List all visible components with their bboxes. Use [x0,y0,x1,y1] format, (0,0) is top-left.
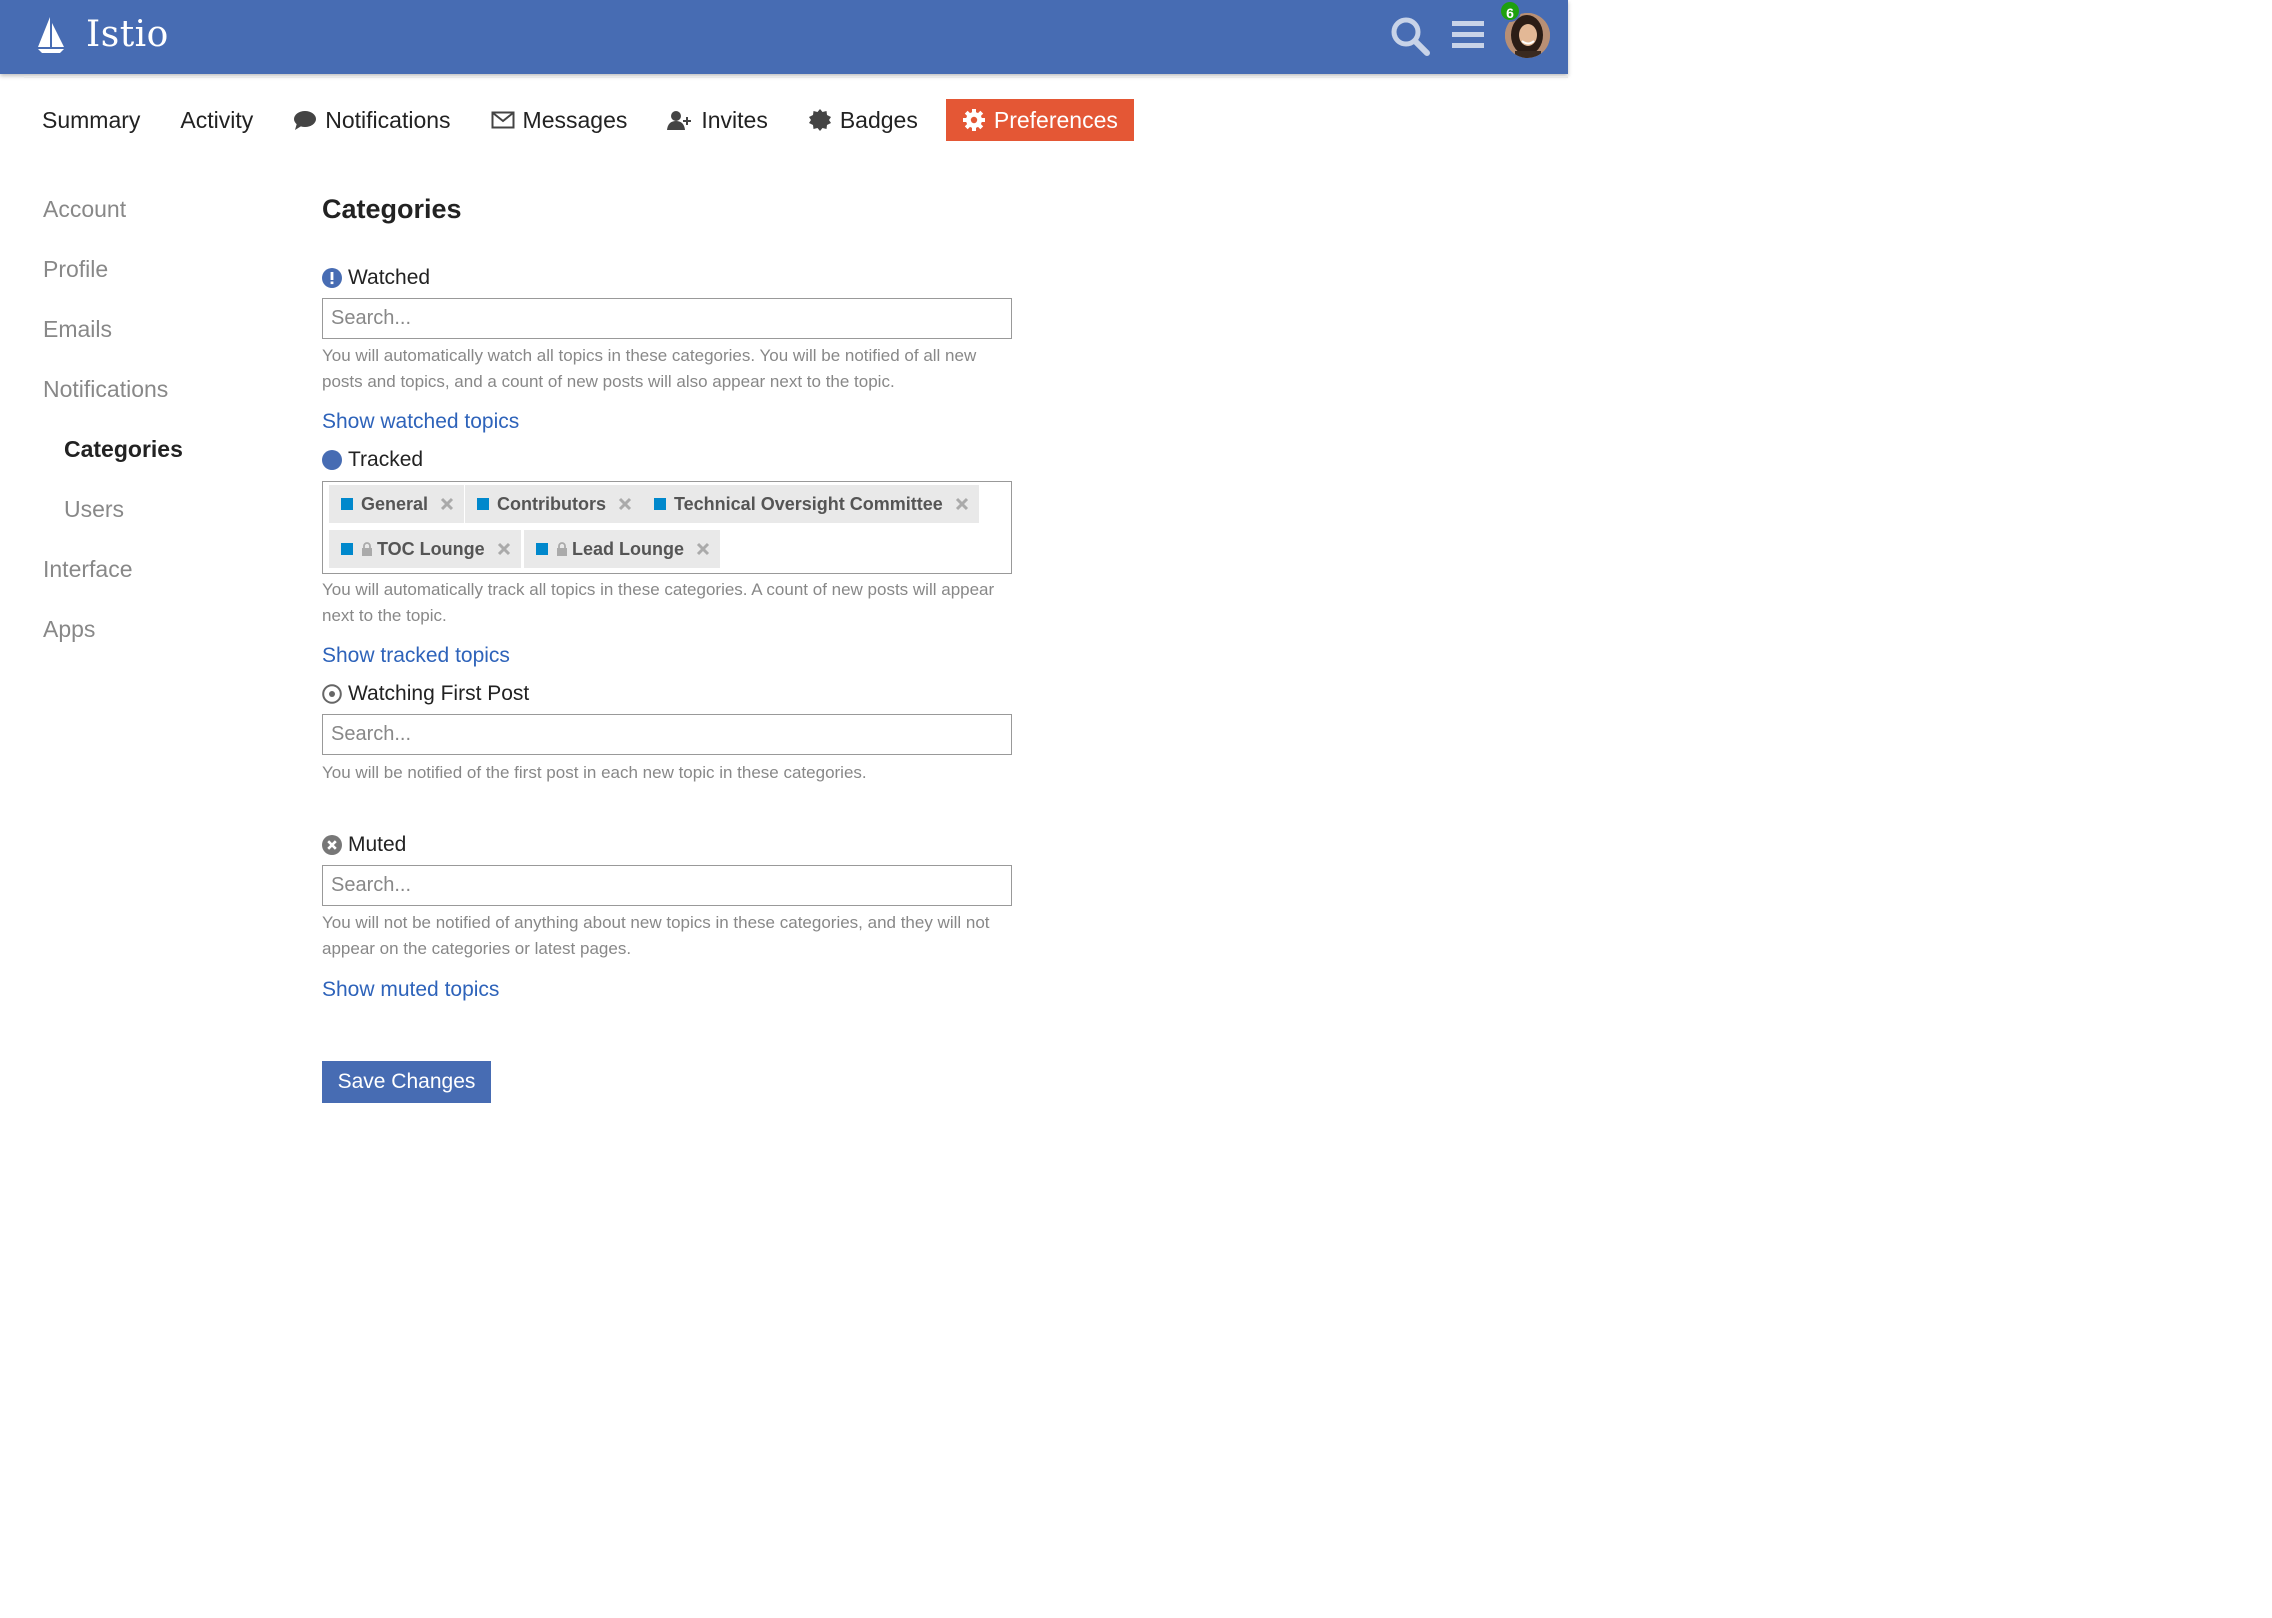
dot-circle-icon [322,684,342,704]
watched-label-text: Watched [348,266,431,289]
tracked-label-text: Tracked [348,448,424,471]
sailboat-logo-icon [38,16,64,53]
sidebar-item-users[interactable]: Users [43,490,273,550]
show-muted-topics-link[interactable]: Show muted topics [322,978,499,1002]
muted-label: Muted [322,833,406,857]
tab-badges-label: Badges [839,106,918,133]
category-color-swatch [341,498,353,510]
tracked-help-text: You will automatically track all topics … [322,580,995,625]
site-logo[interactable]: Istio [36,14,169,55]
remove-tag-icon[interactable] [440,497,454,511]
sidebar-item-categories[interactable]: Categories [43,430,273,490]
circle-icon [322,450,342,470]
category-color-swatch [477,498,489,510]
sidebar-item-interface[interactable]: Interface [43,550,273,610]
tab-activity[interactable]: Activity [168,99,265,141]
tab-invites[interactable]: Invites [655,99,779,141]
watched-categories-search-input[interactable] [322,298,1012,339]
site-name: Istio [86,14,169,55]
notification-count-badge[interactable]: 6 [1499,0,1521,22]
category-tag-label: Contributors [497,493,606,514]
category-tag: TOC Lounge [329,530,521,568]
times-circle-icon [322,835,342,855]
user-nav-tabs: Summary Activity Notifications Messages … [30,99,1150,141]
sidebar-item-notifications[interactable]: Notifications [43,370,273,430]
watching-first-post-search-input[interactable] [322,714,1012,755]
sidebar-item-profile[interactable]: Profile [43,250,273,310]
remove-tag-icon[interactable] [618,497,632,511]
page-title: Categories [322,194,462,224]
envelope-icon [491,111,515,129]
tab-preferences-label: Preferences [993,106,1118,133]
remove-tag-icon[interactable] [696,542,710,556]
watching-first-post-label-text: Watching First Post [348,682,530,705]
tab-invites-label: Invites [701,106,768,133]
show-tracked-topics-link[interactable]: Show tracked topics [322,644,510,668]
user-plus-icon [667,111,692,130]
preferences-sidebar: Account Profile Emails Notifications Cat… [43,190,273,670]
tracked-label: Tracked [322,448,423,472]
muted-categories-search-input[interactable] [322,865,1012,906]
site-header: Istio 6 [0,0,1568,74]
watching-first-post-label: Watching First Post [322,682,529,706]
category-color-swatch [341,543,353,555]
sidebar-item-account[interactable]: Account [43,190,273,250]
tab-summary-label: Summary [42,106,141,133]
tab-messages[interactable]: Messages [479,99,640,141]
watched-help-text: You will automatically watch all topics … [322,346,977,391]
category-tag: General [329,485,465,523]
category-tag: Lead Lounge [524,530,720,568]
header-divider [24,76,1568,78]
lock-icon [557,542,567,556]
remove-tag-icon[interactable] [955,497,969,511]
search-icon[interactable] [1388,14,1432,58]
category-color-swatch [654,498,666,510]
tracked-categories-selector[interactable]: General Contributors Technical Oversight… [322,481,1012,574]
category-tag-label: Lead Lounge [572,538,684,559]
tab-summary[interactable]: Summary [30,99,152,141]
show-watched-topics-link[interactable]: Show watched topics [322,410,519,434]
sidebar-item-apps[interactable]: Apps [43,610,273,670]
tab-badges[interactable]: Badges [796,99,930,141]
watched-label: Watched [322,266,430,290]
tab-preferences[interactable]: Preferences [945,99,1134,141]
hamburger-menu-icon[interactable] [1450,17,1486,53]
exclamation-circle-icon [322,268,342,288]
muted-help-text: You will not be notified of anything abo… [322,913,990,958]
remove-tag-icon[interactable] [497,542,511,556]
gear-icon [962,109,985,131]
tab-messages-label: Messages [522,106,628,133]
save-changes-button[interactable]: Save Changes [322,1061,491,1103]
category-tag: Contributors [465,485,642,523]
lock-icon [362,542,372,556]
badge-icon [808,109,831,131]
tab-notifications-label: Notifications [325,106,451,133]
category-tag-label: TOC Lounge [377,538,485,559]
category-tag: Technical Oversight Committee [642,485,979,523]
category-tag-label: Technical Oversight Committee [674,493,943,514]
tab-notifications[interactable]: Notifications [281,99,462,141]
comment-icon [294,111,317,130]
category-tag-label: General [361,493,429,514]
sidebar-item-emails[interactable]: Emails [43,310,273,370]
muted-label-text: Muted [348,833,407,856]
tab-activity-label: Activity [180,106,254,133]
watching-first-post-help-text: You will be notified of the first post i… [322,763,867,782]
category-color-swatch [536,543,548,555]
